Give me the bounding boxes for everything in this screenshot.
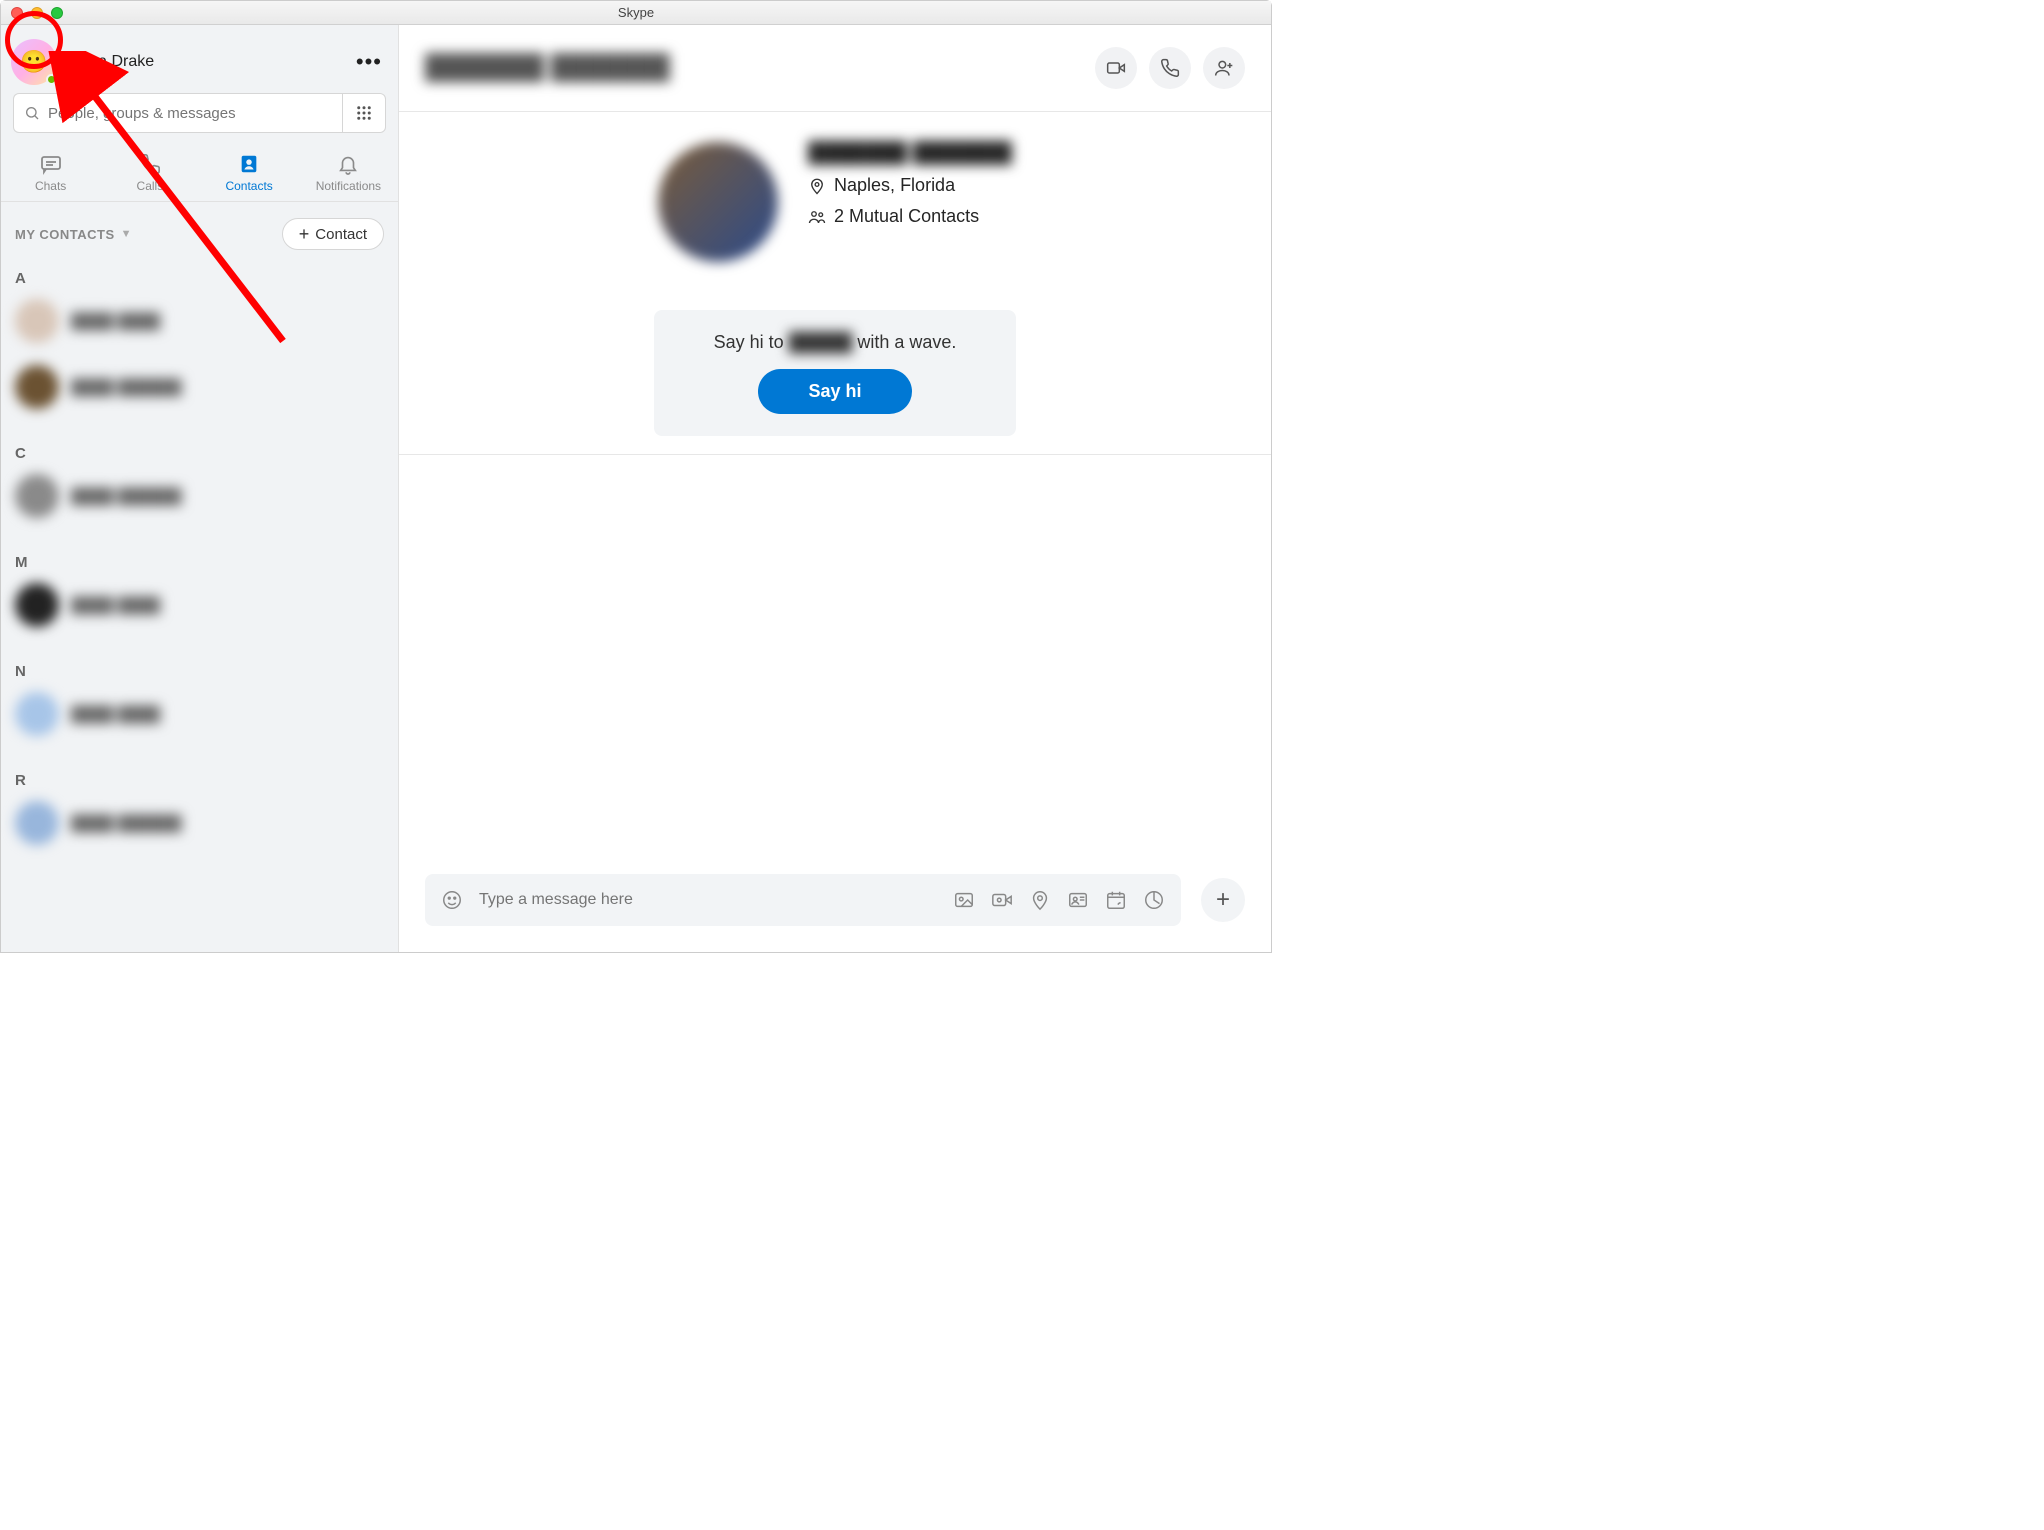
bell-icon	[337, 151, 359, 177]
chat-contact-name[interactable]: ███████ ███████	[425, 54, 1081, 82]
contact-name: ████ ██████	[71, 488, 181, 505]
phone-icon	[139, 151, 161, 177]
tab-label: Contacts	[225, 179, 272, 193]
video-message-button[interactable]	[991, 889, 1013, 911]
more-options-button[interactable]: +	[1201, 878, 1245, 922]
my-avatar[interactable]: 🙂	[11, 39, 57, 85]
maximize-window-button[interactable]	[51, 7, 63, 19]
window-title: Skype	[1, 5, 1271, 20]
tab-calls[interactable]: Calls	[100, 145, 199, 201]
wave-prompt: Say hi to █████ with a wave. Say hi	[654, 310, 1017, 436]
plus-icon: +	[299, 225, 310, 243]
contact-large-avatar[interactable]	[658, 142, 778, 262]
contact-row[interactable]: ████ ████	[1, 293, 398, 349]
main-pane: ███████ ███████	[399, 25, 1271, 952]
contact-avatar	[15, 583, 59, 627]
audio-call-button[interactable]	[1149, 47, 1191, 89]
contact-row[interactable]: ████ ██████	[1, 468, 398, 524]
chevron-down-icon: ▼	[121, 228, 132, 240]
dialpad-icon	[355, 104, 373, 122]
share-location-button[interactable]	[1029, 889, 1051, 911]
plus-icon: +	[1216, 888, 1230, 912]
contacts-list[interactable]: A ████ ████ ████ ██████ C ████ ██████	[1, 262, 398, 952]
contact-avatar	[15, 299, 59, 343]
section-letter: C	[1, 437, 398, 468]
message-composer[interactable]	[425, 874, 1181, 926]
search-row	[1, 93, 398, 145]
my-profile-name[interactable]: Alexa Drake	[67, 53, 346, 71]
close-window-button[interactable]	[11, 7, 23, 19]
video-icon	[1106, 58, 1126, 78]
contact-profile-card: ███████ ███████ Naples, Florida 2 Mutua	[399, 112, 1271, 455]
search-box[interactable]	[13, 93, 342, 133]
sidebar: 🙂 Alexa Drake •••	[1, 25, 399, 952]
tab-label: Calls	[137, 179, 164, 193]
share-contact-button[interactable]	[1067, 889, 1089, 911]
emoji-button[interactable]	[441, 889, 463, 911]
composer-wrap: +	[399, 856, 1271, 952]
contact-name: ████ ████	[71, 706, 160, 723]
window-controls	[1, 7, 63, 19]
section-letter: A	[1, 262, 398, 293]
say-hi-button[interactable]: Say hi	[758, 369, 911, 414]
create-poll-button[interactable]	[1143, 889, 1165, 911]
mutual-contacts: 2 Mutual Contacts	[808, 206, 1012, 227]
tab-notifications[interactable]: Notifications	[299, 145, 398, 201]
contacts-section-title[interactable]: MY CONTACTS ▼	[15, 227, 132, 242]
location-icon	[808, 177, 826, 195]
nav-tabs: Chats Calls Contacts	[1, 145, 398, 202]
contacts-icon	[238, 151, 260, 177]
contact-name: ████ ██████	[71, 379, 181, 396]
contacts-section-header: MY CONTACTS ▼ + Contact	[1, 202, 398, 262]
chat-header: ███████ ███████	[399, 25, 1271, 112]
contact-name: ████ ████	[71, 597, 160, 614]
dialpad-button[interactable]	[342, 93, 386, 133]
contact-row[interactable]: ████ ████	[1, 686, 398, 742]
contact-name: ████ ██████	[71, 815, 181, 832]
contact-avatar	[15, 365, 59, 409]
contact-location: Naples, Florida	[808, 175, 1012, 196]
add-contact-button[interactable]: + Contact	[282, 218, 384, 250]
contact-row[interactable]: ████ ██████	[1, 359, 398, 415]
contact-name: ███████ ███████	[808, 142, 1012, 165]
more-menu-button[interactable]: •••	[356, 49, 382, 75]
contact-row[interactable]: ████ ████	[1, 577, 398, 633]
minimize-window-button[interactable]	[31, 7, 43, 19]
section-letter: R	[1, 764, 398, 795]
video-call-button[interactable]	[1095, 47, 1137, 89]
tab-label: Chats	[35, 179, 66, 193]
tab-contacts[interactable]: Contacts	[200, 145, 299, 201]
contact-info: ███████ ███████ Naples, Florida 2 Mutua	[808, 142, 1012, 227]
person-add-icon	[1214, 58, 1234, 78]
search-input[interactable]	[48, 105, 332, 122]
add-participant-button[interactable]	[1203, 47, 1245, 89]
phone-icon	[1160, 58, 1180, 78]
presence-indicator	[46, 74, 57, 85]
schedule-call-button[interactable]	[1105, 889, 1127, 911]
contact-avatar	[15, 692, 59, 736]
search-icon	[24, 105, 40, 121]
contact-avatar	[15, 474, 59, 518]
wave-text: Say hi to █████ with a wave.	[714, 332, 957, 353]
tab-label: Notifications	[316, 179, 381, 193]
message-input[interactable]	[479, 891, 937, 909]
section-letter: N	[1, 655, 398, 686]
contact-avatar	[15, 801, 59, 845]
app-window: Skype 🙂 Alexa Drake •••	[0, 0, 1272, 953]
chat-actions	[1095, 47, 1245, 89]
contact-name: ████ ████	[71, 313, 160, 330]
app-body: 🙂 Alexa Drake •••	[1, 25, 1271, 952]
attach-image-button[interactable]	[953, 889, 975, 911]
section-letter: M	[1, 546, 398, 577]
chat-icon	[39, 151, 63, 177]
contact-row[interactable]: ████ ██████	[1, 795, 398, 851]
titlebar: Skype	[1, 1, 1271, 25]
my-profile-row: 🙂 Alexa Drake •••	[1, 25, 398, 93]
people-icon	[808, 208, 826, 226]
tab-chats[interactable]: Chats	[1, 145, 100, 201]
chat-scroll-area[interactable]	[399, 455, 1271, 856]
